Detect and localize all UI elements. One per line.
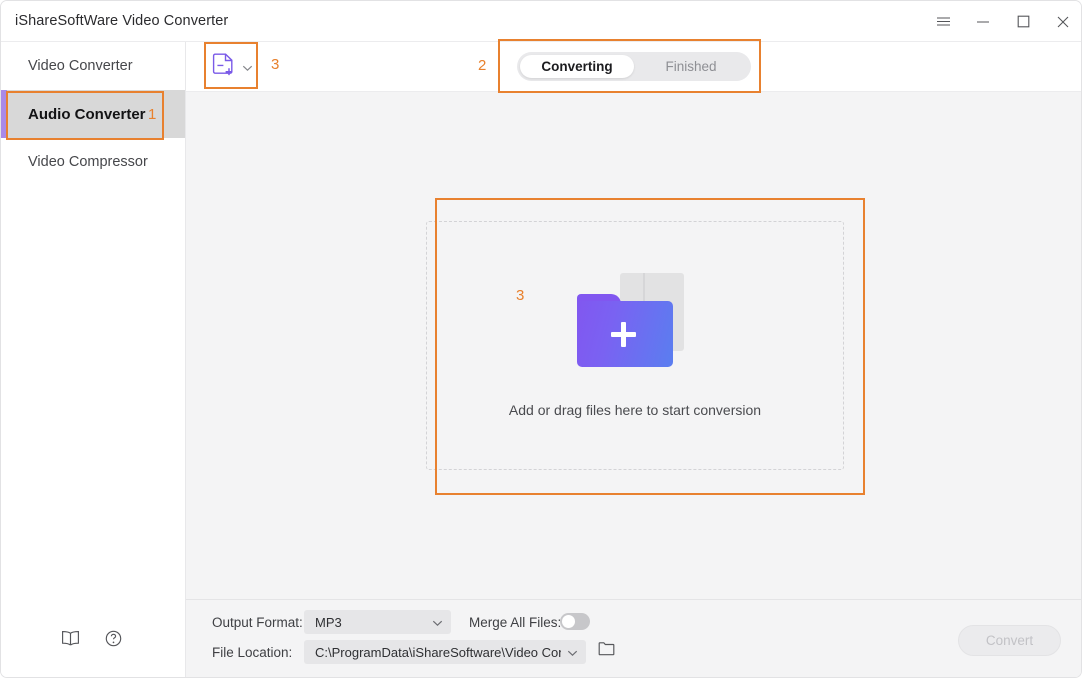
file-location-value: C:\ProgramData\iShareSoftware\Video Conv… <box>315 644 561 660</box>
help-icon[interactable] <box>105 630 122 652</box>
file-dropzone[interactable]: Add or drag files here to start conversi… <box>426 221 844 470</box>
output-format-value: MP3 <box>315 614 342 630</box>
chevron-down-icon <box>432 615 443 630</box>
tab-label: Finished <box>665 59 717 74</box>
browse-folder-button[interactable] <box>594 639 618 663</box>
merge-all-files-label: Merge All Files: <box>469 615 562 630</box>
add-document-icon <box>212 53 236 84</box>
bottom-bar: Output Format: MP3 Merge All Files: File… <box>186 599 1081 677</box>
sidebar-item-video-converter[interactable]: Video Converter <box>1 42 185 90</box>
manual-icon[interactable] <box>61 630 80 652</box>
sidebar-item-label: Video Compressor <box>28 154 148 170</box>
chevron-down-icon[interactable] <box>242 59 253 77</box>
dropzone-text: Add or drag files here to start conversi… <box>508 402 762 418</box>
convert-button-label: Convert <box>985 633 1034 648</box>
output-format-select[interactable]: MP3 <box>304 610 451 634</box>
chevron-down-icon <box>567 645 578 660</box>
maximize-icon[interactable] <box>1003 1 1043 42</box>
title-bar: iShareSoftWare Video Converter <box>1 1 1081 42</box>
status-tabs: Converting Finished <box>517 52 751 81</box>
hamburger-menu-icon[interactable] <box>923 1 963 42</box>
sidebar-item-audio-converter[interactable]: Audio Converter <box>1 90 185 138</box>
sidebar-item-video-compressor[interactable]: Video Compressor <box>1 138 185 186</box>
main-content: Add or drag files here to start conversi… <box>186 92 1081 599</box>
toggle-knob <box>562 615 575 628</box>
add-file-button[interactable] <box>208 51 257 85</box>
sidebar-footer <box>1 626 186 656</box>
sidebar-item-label: Video Converter <box>28 58 133 74</box>
app-window: iShareSoftWare Video Converter Video Con… <box>0 0 1082 678</box>
output-format-label: Output Format: <box>212 615 303 630</box>
toolbar: Converting Finished <box>186 42 1081 92</box>
plus-icon-vertical <box>621 322 626 347</box>
app-title: iShareSoftWare Video Converter <box>15 13 229 29</box>
window-controls <box>923 1 1081 42</box>
tab-converting[interactable]: Converting <box>520 55 634 78</box>
close-icon[interactable] <box>1043 1 1081 42</box>
tab-label: Converting <box>541 59 613 74</box>
file-location-select[interactable]: C:\ProgramData\iShareSoftware\Video Conv… <box>304 640 586 664</box>
sidebar-item-label: Audio Converter <box>28 105 146 123</box>
file-location-label: File Location: <box>212 645 293 660</box>
merge-all-files-toggle[interactable] <box>560 613 590 630</box>
sidebar: Video Converter Audio Converter Video Co… <box>1 42 186 677</box>
add-folder-icon <box>575 273 695 378</box>
minimize-icon[interactable] <box>963 1 1003 42</box>
convert-button[interactable]: Convert <box>958 625 1061 656</box>
folder-icon <box>598 641 615 661</box>
tab-finished[interactable]: Finished <box>634 55 748 78</box>
